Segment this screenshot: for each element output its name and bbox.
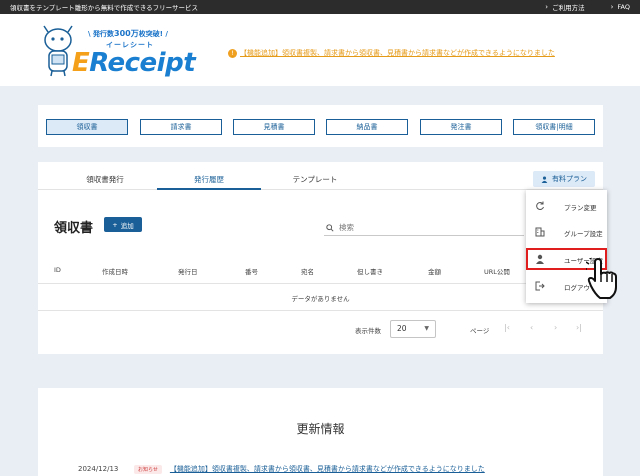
caret-down-icon: ▼	[424, 325, 429, 332]
faq-link-label: FAQ	[617, 3, 630, 11]
tab-issue[interactable]: 領収書発行	[53, 174, 157, 185]
column-header-number[interactable]: 番号	[245, 266, 258, 276]
usage-link-label: ご利用方法	[552, 4, 585, 12]
prev-page-icon[interactable]: ‹	[530, 323, 533, 332]
page-label: ページ	[470, 327, 490, 335]
paid-plan-button[interactable]: 有料プラン	[533, 171, 595, 187]
doc-type-estimate[interactable]: 見積書	[233, 119, 315, 135]
search-placeholder: 検索	[339, 223, 354, 232]
menu-item-label: グループ設定	[564, 230, 603, 238]
tab-template[interactable]: テンプレート	[263, 174, 367, 185]
column-header-amount[interactable]: 金額	[428, 266, 441, 276]
chevron-right-icon: ›	[545, 3, 549, 11]
add-button-label: 追加	[120, 221, 134, 230]
rows-per-page-select[interactable]: 20 ▼	[390, 320, 436, 338]
logo-wordmark: EReceipt	[72, 48, 196, 78]
menu-item-label: プラン変更	[564, 204, 597, 212]
issue-count-badge: \ 発行数300万枚突破! /	[88, 29, 168, 38]
news-item: 2024/12/13 お知らせ 【機能追加】領収書複製、請求書から領収書、見積書…	[78, 464, 485, 474]
building-icon	[535, 227, 545, 237]
doc-type-receipt-detail[interactable]: 領収書|明細	[513, 119, 595, 135]
news-link[interactable]: 【機能追加】領収書複製、請求書から領収書、見積書から請求書などが作成できるように…	[170, 464, 485, 474]
news-tag-badge: お知らせ	[134, 464, 162, 474]
faq-link[interactable]: › FAQ	[611, 3, 630, 11]
search-input[interactable]: 検索	[324, 220, 524, 236]
announcement-text: 【機能追加】領収書複製、請求書から領収書、見積書から請求書などが作成できるように…	[240, 49, 555, 57]
pagination: 表示件数 20 ▼ ページ |‹ ‹ › ›|	[38, 318, 603, 340]
doc-type-order[interactable]: 発注書	[420, 119, 502, 135]
add-button[interactable]: + 追加	[104, 217, 142, 232]
person-icon	[536, 254, 544, 264]
tab-history[interactable]: 発行履歴	[157, 174, 261, 185]
doc-type-receipt[interactable]: 領収書	[46, 119, 128, 135]
badge-prefix: 発行数	[93, 30, 114, 38]
next-page-icon[interactable]: ›	[554, 323, 557, 332]
usage-link[interactable]: › ご利用方法	[545, 2, 584, 12]
last-page-icon[interactable]: ›|	[576, 323, 582, 332]
badge-number: 300万	[114, 29, 139, 38]
person-icon	[541, 176, 548, 183]
column-header-id[interactable]: ID	[54, 266, 61, 274]
column-header-issue-date[interactable]: 発行日	[178, 266, 198, 276]
column-header-addressee[interactable]: 宛名	[301, 266, 314, 276]
news-title: 更新情報	[296, 422, 345, 436]
pointer-hand-icon	[586, 258, 617, 299]
site-logo[interactable]: \ 発行数300万枚突破! / イーレシート EReceipt	[36, 22, 196, 82]
news-date: 2024/12/13	[78, 465, 119, 473]
column-header-url[interactable]: URL公開	[484, 266, 510, 276]
document-type-bar: 領収書 請求書 見積書 納品書 発注書 領収書|明細	[38, 105, 603, 147]
rows-per-page-value: 20	[397, 324, 407, 333]
plus-icon: +	[112, 220, 118, 229]
rows-per-page-label: 表示件数	[355, 327, 381, 335]
divider	[38, 310, 603, 311]
column-header-note[interactable]: 但し書き	[357, 266, 383, 276]
receipt-history-panel: 領収書発行 発行履歴 テンプレート 有料プラン 領収書 + 追加 検索 ID 作…	[38, 162, 603, 354]
search-icon	[326, 223, 334, 232]
chevron-right-icon: ›	[610, 3, 614, 11]
paid-plan-label: 有料プラン	[552, 175, 587, 183]
logo-word-rest: Receipt	[89, 48, 196, 78]
menu-item-group-settings[interactable]: グループ設定	[526, 221, 607, 243]
announcement-link[interactable]: ! 【機能追加】領収書複製、請求書から領収書、見積書から請求書などが作成できるよ…	[228, 48, 555, 58]
logo-letter-e: E	[72, 48, 90, 78]
tab-bar: 領収書発行 発行履歴 テンプレート 有料プラン	[38, 162, 603, 190]
doc-type-invoice[interactable]: 請求書	[140, 119, 222, 135]
warning-icon: !	[228, 48, 237, 58]
logout-icon	[535, 281, 545, 291]
active-tab-indicator	[157, 188, 261, 190]
site-header: \ 発行数300万枚突破! / イーレシート EReceipt ! 【機能追加】…	[0, 14, 640, 86]
top-bar: 領収書をテンプレート雛形から無料で作成できるフリーサービス › ご利用方法 › …	[0, 0, 640, 14]
first-page-icon[interactable]: |‹	[504, 323, 510, 332]
badge-suffix: 枚突破!	[138, 30, 163, 38]
doc-type-delivery[interactable]: 納品書	[326, 119, 408, 135]
refresh-icon	[536, 201, 544, 211]
mascot-icon	[43, 25, 73, 77]
empty-message: データがありません	[291, 295, 350, 303]
page-title: 領収書	[54, 221, 94, 236]
site-tagline: 領収書をテンプレート雛形から無料で作成できるフリーサービス	[10, 4, 199, 12]
table-header: ID 作成日時 発行日 番号 宛名 但し書き 金額 URL公開	[38, 262, 603, 284]
menu-item-plan-change[interactable]: プラン変更	[526, 195, 607, 217]
column-header-created[interactable]: 作成日時	[102, 266, 128, 276]
news-section: 更新情報 2024/12/13 お知らせ 【機能追加】領収書複製、請求書から領収…	[38, 388, 603, 476]
